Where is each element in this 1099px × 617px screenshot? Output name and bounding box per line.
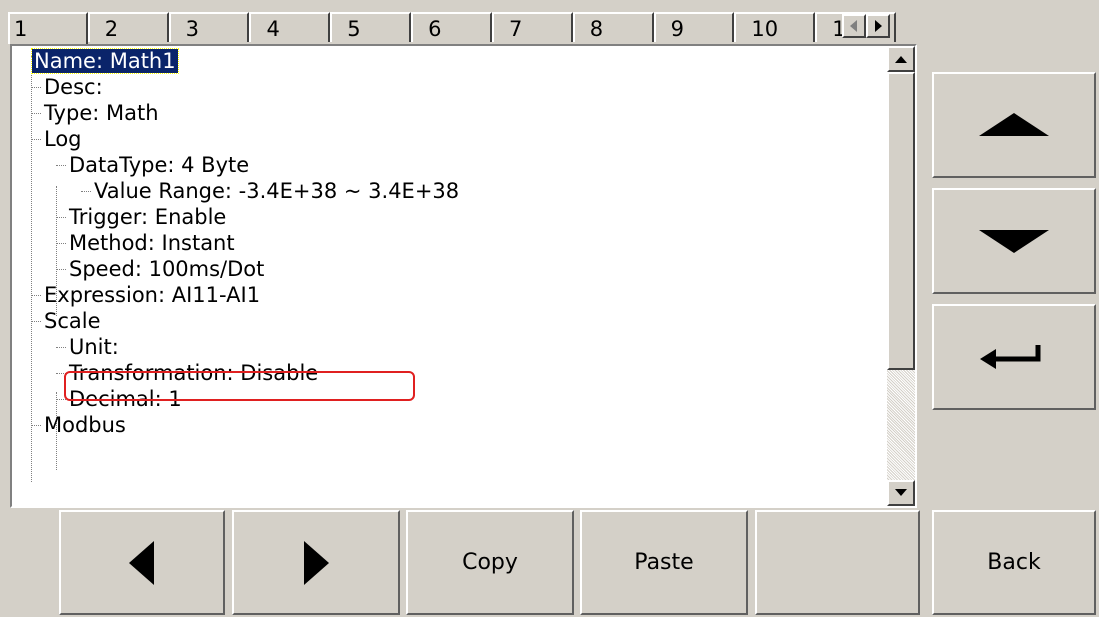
transformation-highlight-box: [64, 371, 415, 401]
tree-item-datatype[interactable]: DataType: 4 Byte: [67, 152, 251, 178]
scroll-up-button[interactable]: [887, 46, 915, 72]
tree-item-desc[interactable]: Desc:: [42, 74, 105, 100]
back-button[interactable]: Back: [932, 510, 1096, 615]
property-tree-panel: Name: Math1 Desc: Type: Math Log DataTyp…: [10, 44, 917, 508]
tab-6[interactable]: 6: [411, 12, 492, 42]
copy-button[interactable]: Copy: [406, 510, 574, 615]
tree-item-label: Scale: [44, 309, 101, 333]
tree-item-log[interactable]: Log: [42, 126, 84, 152]
tree-item-method[interactable]: Method: Instant: [67, 230, 237, 256]
tree-item-label: Modbus: [44, 413, 126, 437]
tree-item-label: Log: [44, 127, 82, 151]
tab-strip: 1 2 3 4 5 6 7 8 9 10 11: [8, 12, 897, 44]
tab-2[interactable]: 2: [87, 12, 169, 42]
chevron-left-icon: [850, 20, 857, 32]
tree-item-label: Name: Math1: [31, 48, 179, 74]
tree-item-name[interactable]: Name: Math1: [31, 48, 179, 74]
scroll-down-button[interactable]: [887, 480, 915, 506]
enter-arrow-icon: [980, 345, 1041, 369]
tree-item-value-range[interactable]: Value Range: -3.4E+38 ~ 3.4E+38: [92, 178, 461, 204]
tab-4[interactable]: 4: [249, 12, 331, 42]
tree-item-label: Trigger: Enable: [69, 205, 227, 229]
tab-10[interactable]: 10: [734, 12, 816, 42]
tab-3[interactable]: 3: [168, 12, 250, 42]
blank-button[interactable]: [755, 510, 920, 615]
right-arrow-icon: [304, 540, 329, 585]
tree-item-unit[interactable]: Unit:: [67, 334, 121, 360]
down-arrow-icon: [979, 230, 1049, 253]
tab-7[interactable]: 7: [491, 12, 573, 42]
tree-item-trigger[interactable]: Trigger: Enable: [67, 204, 228, 230]
paste-button[interactable]: Paste: [580, 510, 748, 615]
tab-9[interactable]: 9: [653, 12, 735, 42]
tree-item-speed[interactable]: Speed: 100ms/Dot: [67, 256, 266, 282]
copy-button-label: Copy: [462, 550, 518, 575]
chevron-right-icon: [875, 20, 882, 32]
scroll-thumb[interactable]: [887, 72, 915, 370]
tab-scroll-left-button[interactable]: [842, 14, 866, 38]
property-tree: Name: Math1 Desc: Type: Math Log DataTyp…: [12, 46, 882, 506]
tree-item-expression[interactable]: Expression: AI11-AI1: [42, 282, 262, 308]
back-button-label: Back: [987, 550, 1041, 575]
next-button[interactable]: [232, 510, 400, 615]
tree-item-label: Expression: AI11-AI1: [44, 283, 261, 307]
up-arrow-icon: [979, 113, 1049, 136]
scroll-up-icon: [895, 56, 907, 63]
scroll-track[interactable]: [887, 370, 915, 480]
tree-item-label: Desc:: [44, 75, 103, 99]
tree-item-label: Type: Math: [44, 101, 159, 125]
prev-button[interactable]: [59, 510, 225, 615]
tab-8[interactable]: 8: [572, 12, 654, 42]
tree-item-modbus[interactable]: Modbus: [42, 412, 128, 438]
tab-scroll-right-button[interactable]: [866, 14, 890, 38]
tab-scroll-buttons: [842, 14, 890, 38]
paste-button-label: Paste: [634, 550, 694, 575]
tree-vertical-scrollbar[interactable]: [887, 46, 915, 506]
tree-item-label: Speed: 100ms/Dot: [69, 257, 265, 281]
tree-item-label: DataType: 4 Byte: [69, 153, 250, 177]
move-up-button[interactable]: [932, 72, 1096, 178]
enter-button[interactable]: [932, 304, 1096, 410]
move-down-button[interactable]: [932, 188, 1096, 294]
left-arrow-icon: [129, 540, 154, 585]
tree-item-label: Method: Instant: [69, 231, 235, 255]
tree-item-label: Value Range: -3.4E+38 ~ 3.4E+38: [94, 179, 460, 203]
tab-1[interactable]: 1: [8, 12, 88, 44]
tab-5[interactable]: 5: [330, 12, 412, 42]
tree-item-type[interactable]: Type: Math: [42, 100, 161, 126]
scroll-down-icon: [895, 489, 907, 496]
tree-item-label: Unit:: [69, 335, 119, 359]
tree-item-scale[interactable]: Scale: [42, 308, 103, 334]
